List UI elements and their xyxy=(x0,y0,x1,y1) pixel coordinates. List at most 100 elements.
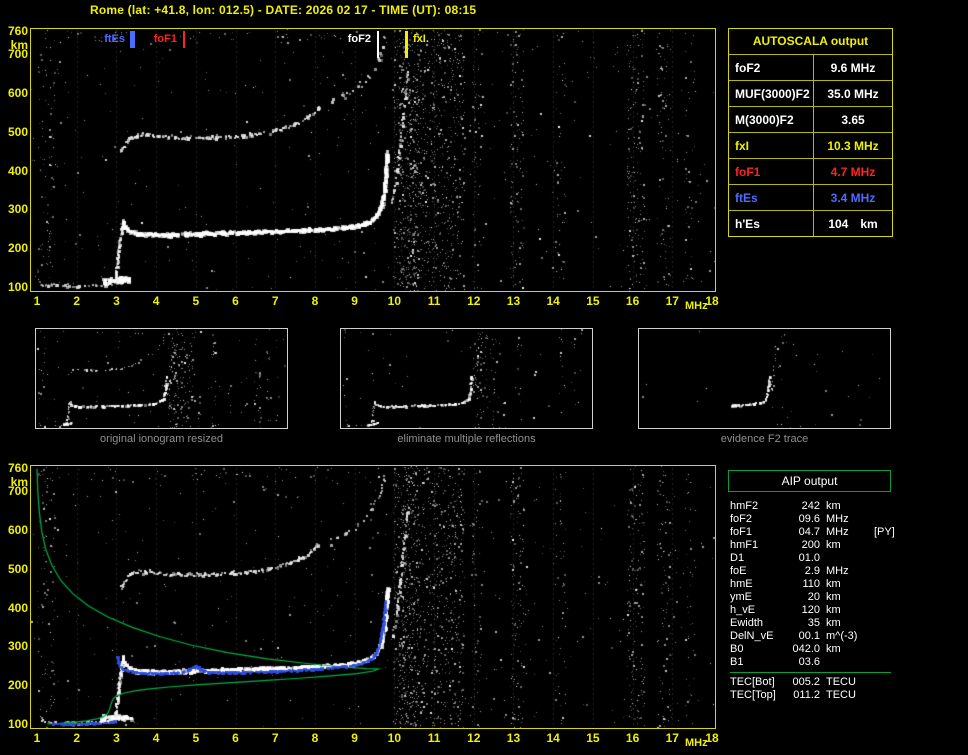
y-tick-label: 200 xyxy=(7,241,28,256)
thumbnail-canvas-1 xyxy=(36,329,287,428)
aip-param-name: Ewidth xyxy=(730,617,764,629)
aip-param-name: ymE xyxy=(730,591,752,603)
autoscala-row-foF1: foF1 4.7 MHz xyxy=(729,158,892,184)
y-tick-label: 400 xyxy=(7,163,28,178)
x-tick-label: 12 xyxy=(467,731,481,745)
autoscala-param-name: fxI xyxy=(729,133,814,158)
autoscala-output-panel: AUTOSCALA output foF2 9.6 MHz MUF(3000)F2 3… xyxy=(728,28,893,237)
aip-row-DelN_vE: DelN_vE 00.1 m^(-3) xyxy=(730,630,930,643)
x-tick-label: 10 xyxy=(387,294,402,308)
aip-param-suffix xyxy=(874,578,908,591)
aip-param-value: 011.2 xyxy=(793,689,820,701)
x-tick-label: 1 xyxy=(33,731,41,745)
x-tick-label: 1 xyxy=(33,294,41,308)
marker-line-foF2 xyxy=(377,31,379,58)
aip-row-TECBot: TEC[Bot] 005.2 TECU xyxy=(730,676,930,689)
aip-row-D1: D1 01.0 xyxy=(730,552,930,565)
thumbnail-caption: evidence F2 trace xyxy=(720,433,809,445)
x-tick-label: 15 xyxy=(586,731,600,745)
aip-param-value: 20 xyxy=(807,591,820,603)
aip-param-name: foF1 xyxy=(730,526,753,538)
aip-row-h_vE: h_vE 120 km xyxy=(730,604,930,617)
x-tick-label: 3 xyxy=(113,294,120,308)
aip-param-suffix xyxy=(874,630,908,643)
thumbnail-canvas-2 xyxy=(341,329,592,428)
x-tick-label: 11 xyxy=(427,731,441,745)
aip-row-foE: foE 2.9 MHz xyxy=(730,565,930,578)
aip-param-unit: km xyxy=(826,500,841,512)
thumbnail-panel-3 xyxy=(638,328,891,429)
y-tick-label: 600 xyxy=(7,86,28,101)
y-tick-label: 200 xyxy=(7,678,28,693)
marker-line-ftEs xyxy=(130,31,135,48)
autoscala-param-name: h'Es xyxy=(729,211,814,236)
aip-param-value: 09.6 xyxy=(798,513,820,525)
x-tick-label: 9 xyxy=(351,294,358,308)
y-tick-label: 300 xyxy=(7,202,28,217)
x-tick-label: 14 xyxy=(546,731,560,745)
aip-param-suffix xyxy=(874,513,908,526)
aip-param-name: TEC[Top] xyxy=(730,689,776,701)
x-tick-label: 6 xyxy=(232,294,239,308)
autoscala-param-value: 3.4 MHz xyxy=(830,191,876,205)
aip-param-suffix xyxy=(874,565,908,578)
autoscala-param-value: 9.6 MHz xyxy=(830,61,876,75)
thumbnail-panel-2 xyxy=(340,328,593,429)
aip-param-unit: MHz xyxy=(826,513,849,525)
autoscala-param-value: 35.0 MHz xyxy=(827,87,879,101)
thumbnail-canvas-3 xyxy=(639,329,890,428)
x-tick-label: 17 xyxy=(665,731,679,745)
thumbnail-panel-1 xyxy=(35,328,288,429)
y-axis-unit: km xyxy=(10,475,28,489)
x-tick-label: 2 xyxy=(73,731,81,745)
aip-row-foF2: foF2 09.6 MHz xyxy=(730,513,930,526)
page-title: Rome (lat: +41.8, lon: 012.5) - DATE: 20… xyxy=(90,3,477,17)
x-tick-label: 15 xyxy=(586,294,600,308)
marker-label-fxI: fxI. xyxy=(413,33,429,45)
x-tick-label: 13 xyxy=(506,294,521,308)
autoscala-param-name: ftEs xyxy=(729,185,814,210)
aip-param-value: 005.2 xyxy=(792,676,820,688)
aip-param-unit: km xyxy=(826,617,841,629)
aip-param-name: hmF2 xyxy=(730,500,759,512)
x-tick-label: 10 xyxy=(387,731,402,745)
aip-row-hmF2: hmF2 242 km xyxy=(730,500,930,513)
thumbnail-caption: original ionogram resized xyxy=(100,433,223,445)
aip-param-suffix xyxy=(874,676,908,689)
marker-line-fxI xyxy=(405,31,408,58)
x-tick-label: 16 xyxy=(625,731,640,745)
aip-param-name: DelN_vE xyxy=(730,630,774,642)
autoscala-param-value: 10.3 MHz xyxy=(827,139,879,153)
aip-param-unit: TECU xyxy=(826,689,856,701)
marker-label-foF2: foF2 xyxy=(347,33,371,45)
autoscala-row-ftEs: ftEs 3.4 MHz xyxy=(729,184,892,210)
ionogram-plot-bottom xyxy=(30,465,716,729)
x-tick-label: 9 xyxy=(351,731,358,745)
aip-param-unit xyxy=(826,656,874,669)
autoscala-param-value: 4.7 MHz xyxy=(830,165,876,179)
aip-param-suffix xyxy=(874,552,908,565)
aip-param-suffix xyxy=(874,643,908,656)
autoscala-param-value: 104 km xyxy=(828,217,878,231)
autoscala-row-fxI: fxI 10.3 MHz xyxy=(729,132,892,158)
aip-param-suffix xyxy=(874,617,908,630)
aip-param-suffix xyxy=(874,689,908,702)
y-tick-label: 760 xyxy=(7,24,28,38)
y-tick-label: 100 xyxy=(7,280,28,294)
aip-param-name: TEC[Bot] xyxy=(730,676,775,688)
aip-row-foF1: foF1 04.7 MHz [PY] xyxy=(730,526,930,539)
aip-param-suffix xyxy=(874,591,908,604)
x-tick-label: 4 xyxy=(152,731,160,745)
y-tick-label: 300 xyxy=(7,639,28,654)
autoscala-param-name: foF1 xyxy=(729,159,814,184)
aip-param-value: 042.0 xyxy=(792,643,820,655)
x-tick-label: 4 xyxy=(152,294,160,308)
aip-param-unit: km xyxy=(826,591,841,603)
aip-param-value: 03.6 xyxy=(798,656,820,668)
x-tick-label: 5 xyxy=(192,294,200,308)
aip-param-name: hmF1 xyxy=(730,539,759,551)
aip-param-name: foE xyxy=(730,565,747,577)
aip-param-value: 2.9 xyxy=(804,565,820,577)
autoscala-param-name: M(3000)F2 xyxy=(729,107,814,132)
x-axis-unit: MHz xyxy=(685,737,708,749)
